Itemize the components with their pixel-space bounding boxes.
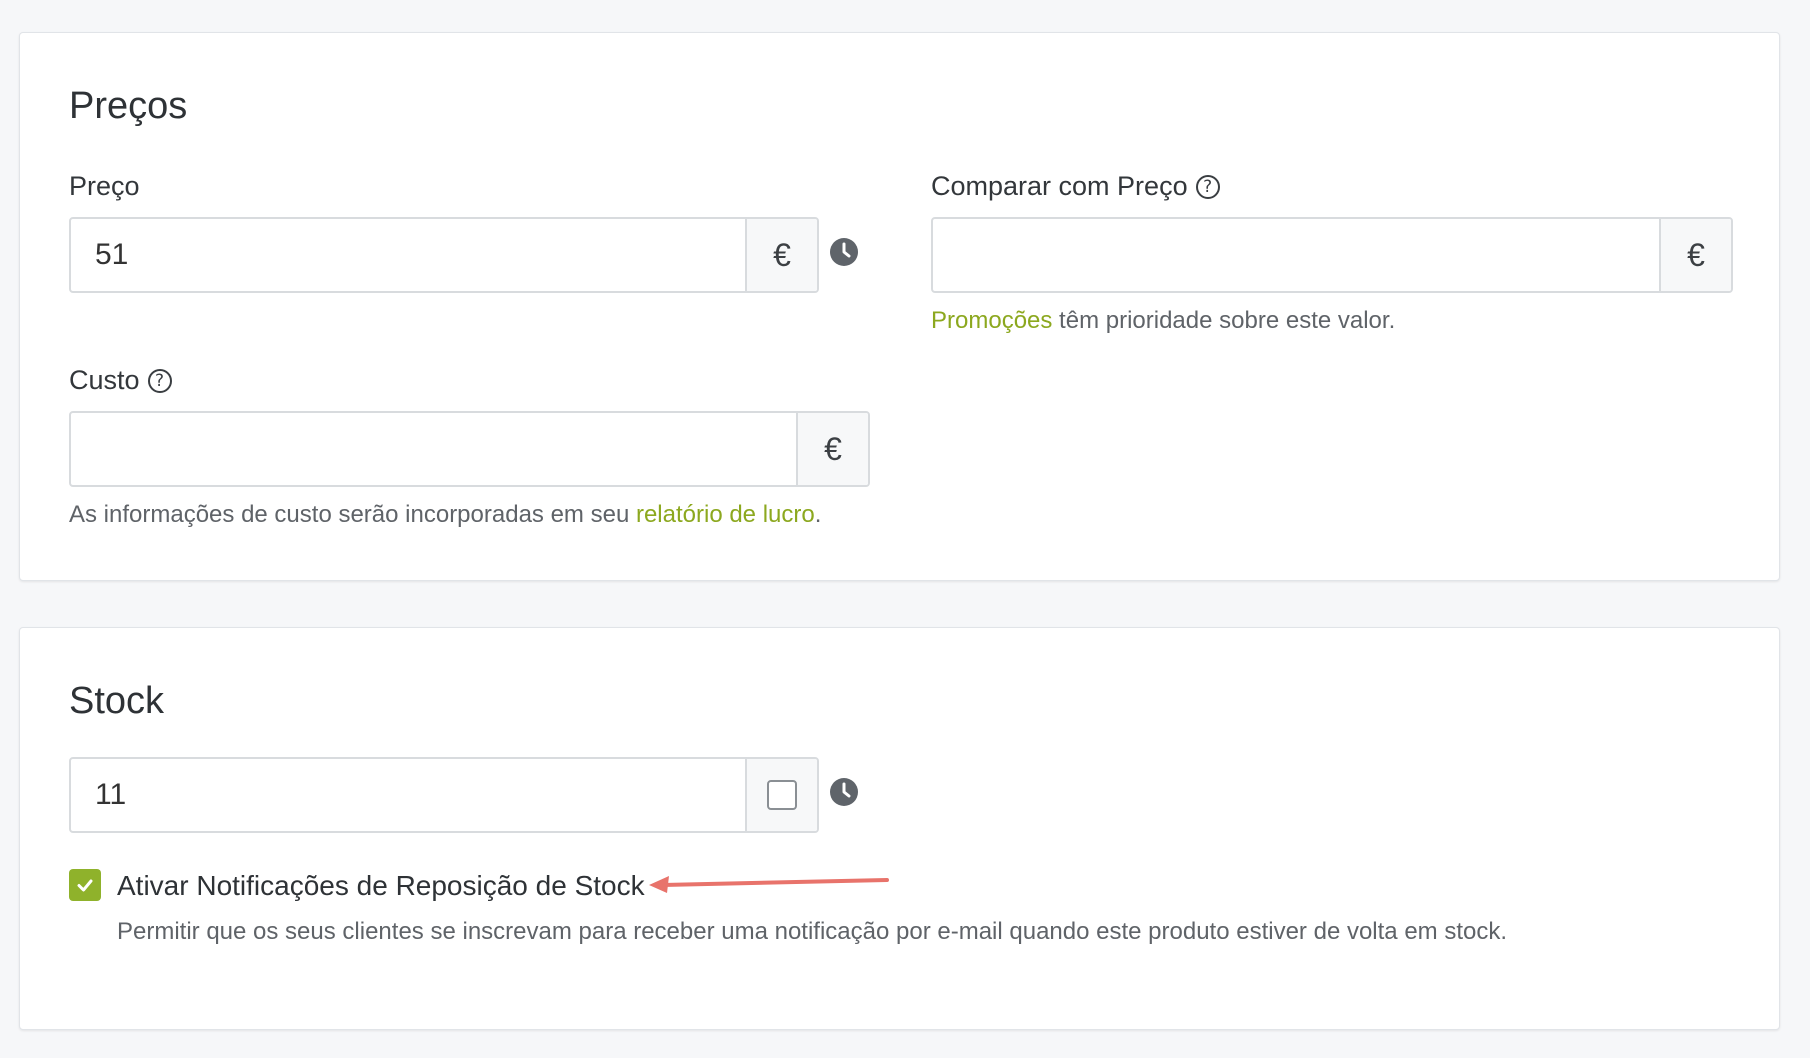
cost-label: Custo ? (69, 367, 172, 394)
compare-price-input-group: € (931, 217, 1733, 293)
cost-note-end: . (814, 501, 822, 528)
compare-price-note-text: têm prioridade sobre este valor. (1052, 307, 1396, 334)
price-label: Preço (69, 173, 140, 200)
compare-price-label: Comparar com Preço ? (931, 173, 1220, 200)
restock-notification-label[interactable]: Ativar Notificações de Reposição de Stoc… (117, 872, 645, 900)
clock-icon[interactable] (830, 238, 858, 266)
price-input[interactable] (71, 219, 745, 291)
stock-title: Stock (69, 680, 165, 722)
checkmark-icon (77, 879, 93, 892)
annotation-arrow-icon (649, 876, 889, 893)
compare-price-label-text: Comparar com Preço (931, 171, 1188, 201)
compare-price-currency-addon: € (1659, 219, 1731, 291)
price-label-text: Preço (69, 171, 140, 201)
price-input-group: € (69, 217, 819, 293)
cost-input[interactable] (71, 413, 796, 485)
stock-quantity-input[interactable] (71, 759, 745, 831)
stock-input-group (69, 757, 819, 833)
cost-currency-addon: € (796, 413, 868, 485)
unlimited-stock-checkbox[interactable] (767, 780, 797, 810)
restock-notification-description: Permitir que os seus clientes se inscrev… (117, 918, 1508, 945)
restock-notification-checkbox[interactable] (69, 869, 101, 901)
profit-report-link[interactable]: relatório de lucro (636, 501, 815, 528)
question-circle-icon[interactable]: ? (147, 368, 172, 393)
clock-icon[interactable] (830, 778, 858, 806)
cost-label-text: Custo (69, 365, 140, 395)
cost-note-text: As informações de custo serão incorporad… (69, 501, 636, 528)
unlimited-stock-addon (745, 759, 817, 831)
stock-card: Stock Ativar Notificações de Reposição d… (19, 627, 1780, 1030)
cost-input-group: € (69, 411, 870, 487)
promotions-link[interactable]: Promoções (931, 307, 1052, 334)
cost-note: As informações de custo serão incorporad… (69, 503, 821, 527)
compare-price-input[interactable] (933, 219, 1659, 291)
price-currency-addon: € (745, 219, 817, 291)
compare-price-note: Promoções têm prioridade sobre este valo… (931, 309, 1395, 333)
prices-card: Preços Preço € Comparar com Preço ? € Pr… (19, 32, 1780, 581)
prices-title: Preços (69, 85, 188, 127)
question-circle-icon[interactable]: ? (1195, 174, 1220, 199)
